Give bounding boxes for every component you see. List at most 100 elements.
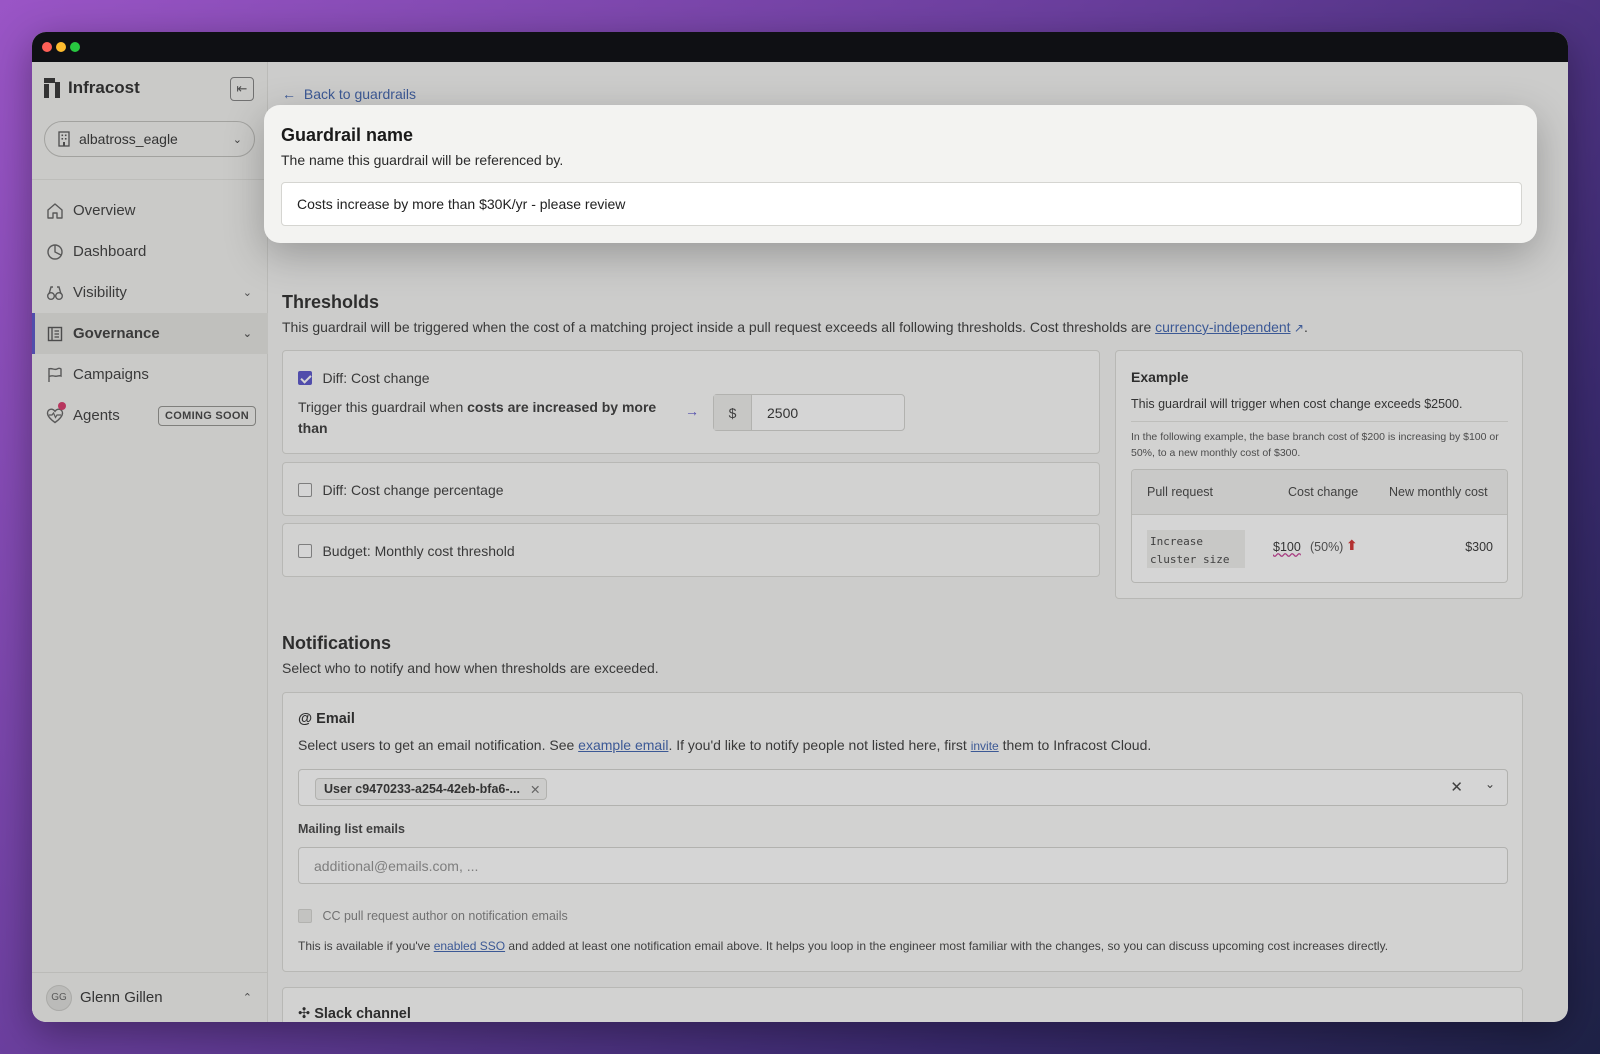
chevron-down-icon[interactable]: ⌄ <box>1485 777 1495 791</box>
document-icon <box>47 326 63 341</box>
sso-note-text: This is available if you've <box>298 939 434 953</box>
email-desc-text: . If you'd like to notify people not lis… <box>668 737 971 753</box>
enabled-sso-link[interactable]: enabled SSO <box>434 939 505 953</box>
sso-note-text: and added at least one notification emai… <box>505 939 1389 953</box>
arrow-up-icon: ⬆ <box>1346 537 1358 553</box>
close-window-button[interactable] <box>42 42 52 52</box>
budget-threshold-label: Budget: Monthly cost threshold <box>322 542 515 559</box>
email-heading: @ Email <box>298 711 355 727</box>
back-to-guardrails-link[interactable]: ← Back to guardrails <box>282 86 416 102</box>
column-header: Pull request <box>1147 485 1214 499</box>
example-summary: This guardrail will trigger when cost ch… <box>1131 397 1463 411</box>
maximize-window-button[interactable] <box>70 42 80 52</box>
email-description: Select users to get an email notificatio… <box>298 737 1151 753</box>
pie-chart-icon <box>47 243 63 260</box>
app-name: Infracost <box>68 78 140 97</box>
cost-change-label: Diff: Cost change <box>322 369 430 386</box>
user-menu[interactable]: GG Glenn Gillen ⌃ <box>32 972 268 1022</box>
trigger-condition-end: than <box>298 420 328 436</box>
sidebar-item-overview[interactable]: Overview <box>32 190 268 231</box>
sidebar-item-label: Agents <box>73 407 120 424</box>
arrow-right-icon: → <box>685 403 699 419</box>
selected-user-chip: User c9470233-a254-42eb-bfa6-... ✕ <box>315 778 548 800</box>
pr-name-line: Increase <box>1150 535 1203 548</box>
cost-threshold-input[interactable]: $ 2500 <box>713 394 905 431</box>
thresholds-desc-text: This guardrail will be triggered when th… <box>282 319 1152 335</box>
sso-note: This is available if you've enabled SSO … <box>298 939 1388 953</box>
guardrail-name-input[interactable]: Costs increase by more than $30K/yr - pl… <box>281 182 1522 226</box>
clear-selection-icon[interactable]: ✕ <box>1450 778 1463 796</box>
chevron-down-icon: ⌄ <box>242 328 252 340</box>
trigger-condition: costs are increased by more <box>467 399 657 415</box>
infracost-logo[interactable]: Infracost <box>44 78 140 98</box>
sidebar-item-label: Visibility <box>73 284 127 301</box>
new-monthly-cost-value: $300 <box>1465 540 1493 554</box>
external-link-icon: ↗ <box>1290 321 1304 335</box>
home-icon <box>47 202 63 219</box>
budget-threshold-checkbox[interactable] <box>298 543 312 558</box>
modal-title: Guardrail name <box>281 125 414 145</box>
column-header: Cost change <box>1288 485 1359 499</box>
email-desc-text: them to Infracost Cloud. <box>998 737 1152 753</box>
slack-notification-card: ✣ Slack channel <box>282 987 1523 1022</box>
sidebar-item-label: Campaigns <box>73 366 149 383</box>
currency-prefix: $ <box>714 395 752 430</box>
mailing-list-label: Mailing list emails <box>298 822 405 836</box>
example-divider <box>1131 421 1508 422</box>
thresholds-description: This guardrail will be triggered when th… <box>282 319 1308 335</box>
currency-independent-link[interactable]: currency-independent <box>1155 319 1290 335</box>
slack-icon: ✣ <box>298 1006 311 1022</box>
cost-change-card: Diff: Cost change Trigger this guardrail… <box>282 350 1100 454</box>
cost-change-checkbox[interactable] <box>298 370 312 385</box>
cost-change-percentage-checkbox[interactable] <box>298 482 312 497</box>
trigger-description: Trigger this guardrail when costs are in… <box>298 397 678 439</box>
example-email-link[interactable]: example email <box>578 737 668 753</box>
column-header: New monthly cost <box>1389 485 1488 499</box>
minimize-window-button[interactable] <box>56 42 66 52</box>
sidebar: Infracost ⇤ albatross_eagle ⌄ Overview D… <box>32 62 268 1022</box>
trigger-prefix: Trigger this guardrail when <box>298 399 468 415</box>
chevron-down-icon: ⌄ <box>242 287 252 299</box>
slack-title: Slack channel <box>314 1006 411 1022</box>
back-link-label: Back to guardrails <box>303 86 416 102</box>
sidebar-item-agents[interactable]: Agents COMING SOON <box>32 395 268 436</box>
mailing-list-input[interactable]: additional@emails.com, ... <box>298 847 1508 884</box>
at-sign-icon: @ <box>298 711 313 727</box>
notification-dot <box>58 402 66 410</box>
building-icon <box>58 131 70 147</box>
invite-link[interactable]: invite <box>971 739 999 753</box>
org-name: albatross_eagle <box>79 131 178 147</box>
modal-description: The name this guardrail will be referenc… <box>281 152 564 168</box>
coming-soon-badge: COMING SOON <box>158 405 256 426</box>
cost-threshold-value: 2500 <box>767 404 799 421</box>
infracost-logo-icon <box>44 78 62 98</box>
sidebar-item-label: Dashboard <box>73 243 147 260</box>
sidebar-item-label: Overview <box>73 202 136 219</box>
sidebar-item-campaigns[interactable]: Campaigns <box>32 354 268 395</box>
example-table: Pull request Cost change New monthly cos… <box>1131 469 1508 583</box>
avatar: GG <box>46 984 72 1011</box>
chevron-up-icon: ⌃ <box>242 992 252 1004</box>
sidebar-item-dashboard[interactable]: Dashboard <box>32 231 268 272</box>
example-table-header: Pull request Cost change New monthly cos… <box>1132 470 1507 515</box>
pull-request-name: Increase cluster size <box>1147 530 1245 568</box>
sidebar-item-visibility[interactable]: Visibility ⌄ <box>32 272 268 313</box>
budget-threshold-card: Budget: Monthly cost threshold <box>282 523 1100 577</box>
cc-author-label: CC pull request author on notification e… <box>322 908 568 923</box>
collapse-sidebar-button[interactable]: ⇤ <box>230 77 254 101</box>
sidebar-nav: Overview Dashboard Visibility ⌄ Governan… <box>32 190 268 436</box>
remove-chip-icon[interactable]: ✕ <box>530 782 540 797</box>
binoculars-icon <box>47 285 63 300</box>
user-name: Glenn Gillen <box>80 989 163 1006</box>
user-multiselect[interactable]: User c9470233-a254-42eb-bfa6-... ✕ ✕ ⌄ <box>298 769 1508 806</box>
sidebar-item-label: Governance <box>73 325 160 342</box>
sidebar-item-governance[interactable]: Governance ⌄ <box>32 313 268 354</box>
pr-name-line: cluster size <box>1150 553 1230 566</box>
cc-author-checkbox[interactable] <box>298 908 312 923</box>
org-selector[interactable]: albatross_eagle ⌄ <box>44 121 255 157</box>
selected-user-label: User c9470233-a254-42eb-bfa6-... <box>324 782 520 796</box>
cost-change-percentage-card: Diff: Cost change percentage <box>282 462 1100 516</box>
slack-heading: ✣ Slack channel <box>298 1006 411 1022</box>
collapse-left-icon: ⇤ <box>236 81 248 96</box>
email-desc-text: Select users to get an email notificatio… <box>298 737 579 753</box>
